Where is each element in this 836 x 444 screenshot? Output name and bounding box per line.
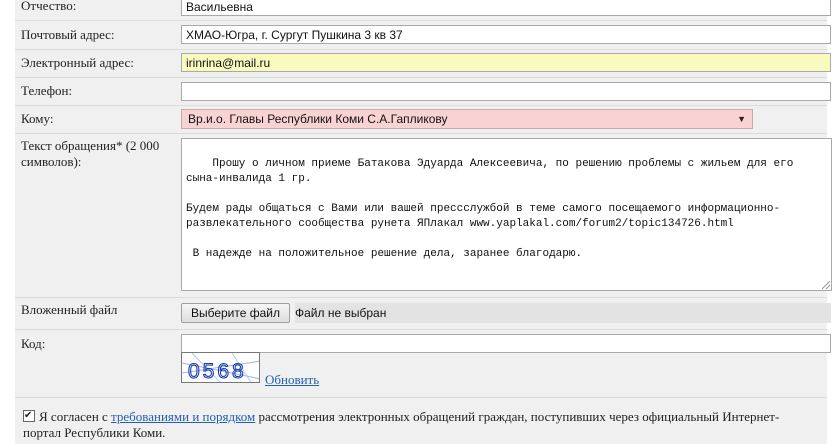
divider: [15, 20, 827, 21]
requirements-link[interactable]: требованиями и порядком: [111, 409, 255, 424]
appeal-form: Отчество: Почтовый адрес: Электронный ад…: [15, 0, 832, 444]
dropdown-arrow-icon: ▼: [737, 114, 746, 124]
attachment-label: Вложенный файл: [21, 302, 118, 317]
message-label: Текст обращения* (2 000 символов):: [21, 138, 160, 169]
phone-input[interactable]: [181, 82, 831, 101]
message-text: Прошу о личном приеме Батакова Эдуарда А…: [186, 158, 794, 260]
divider: [15, 49, 827, 50]
captcha-image: 0568: [181, 352, 260, 383]
phone-label: Телефон:: [21, 83, 73, 98]
divider: [15, 133, 827, 134]
agreement-text-before: Я согласен с: [39, 409, 112, 424]
captcha-graphic: 0568: [182, 353, 259, 383]
agreement-block: Я согласен с требованиями и порядком рас…: [23, 408, 803, 441]
divider: [15, 297, 827, 298]
code-label: Код:: [21, 336, 46, 351]
recipient-label: Кому:: [21, 111, 54, 126]
message-textarea[interactable]: Прошу о личном приеме Батакова Эдуарда А…: [181, 138, 832, 291]
agreement-checkbox[interactable]: [23, 408, 35, 424]
divider: [15, 77, 827, 78]
captcha-refresh-link[interactable]: Обновить: [265, 372, 319, 388]
patronymic-input[interactable]: [181, 0, 831, 16]
postal-address-label: Почтовый адрес:: [21, 27, 115, 42]
recipient-select[interactable]: Вр.и.о. Главы Республики Коми С.А.Гаплик…: [181, 109, 753, 129]
code-input[interactable]: [181, 334, 831, 353]
resize-handle-icon[interactable]: [822, 281, 830, 289]
email-label: Электронный адрес:: [21, 55, 134, 70]
divider: [15, 105, 827, 106]
divider: [15, 397, 827, 398]
email-input[interactable]: [181, 53, 831, 72]
captcha-text: 0568: [188, 360, 247, 383]
divider: [15, 329, 827, 330]
file-status-text: Файл не выбран: [295, 303, 831, 323]
postal-address-input[interactable]: [181, 25, 831, 44]
choose-file-button[interactable]: Выберите файл: [181, 303, 290, 323]
patronymic-label: Отчество:: [21, 0, 77, 13]
recipient-selected-value: Вр.и.о. Главы Республики Коми С.А.Гаплик…: [188, 112, 448, 126]
